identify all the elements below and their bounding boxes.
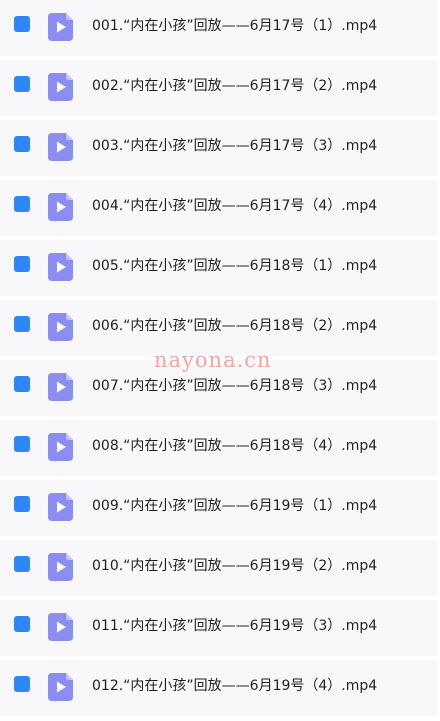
file-row[interactable]: 001.“内在小孩”回放——6月17号（1）.mp4 (0, 0, 438, 56)
video-file-icon (47, 613, 73, 641)
file-name[interactable]: 008.“内在小孩”回放——6月18号（4）.mp4 (92, 420, 377, 476)
file-name[interactable]: 010.“内在小孩”回放——6月19号（2）.mp4 (92, 540, 377, 596)
file-name[interactable]: 002.“内在小孩”回放——6月17号（2）.mp4 (92, 60, 377, 116)
file-name[interactable]: 001.“内在小孩”回放——6月17号（1）.mp4 (92, 0, 377, 56)
video-file-icon (47, 553, 73, 581)
file-name[interactable]: 012.“内在小孩”回放——6月19号（4）.mp4 (92, 660, 377, 716)
video-file-icon (47, 493, 73, 521)
file-row[interactable]: 012.“内在小孩”回放——6月19号（4）.mp4 (0, 660, 438, 716)
file-row[interactable]: 011.“内在小孩”回放——6月19号（3）.mp4 (0, 600, 438, 656)
file-name[interactable]: 009.“内在小孩”回放——6月19号（1）.mp4 (92, 480, 377, 536)
file-row[interactable]: 003.“内在小孩”回放——6月17号（3）.mp4 (0, 120, 438, 176)
checkbox-checked-icon[interactable] (14, 376, 30, 392)
file-name[interactable]: 006.“内在小孩”回放——6月18号（2）.mp4 (92, 300, 377, 356)
file-row[interactable]: 006.“内在小孩”回放——6月18号（2）.mp4 (0, 300, 438, 356)
checkbox-checked-icon[interactable] (14, 676, 30, 692)
checkbox-checked-icon[interactable] (14, 316, 30, 332)
video-file-icon (47, 673, 73, 701)
video-file-icon (47, 313, 73, 341)
checkbox-checked-icon[interactable] (14, 196, 30, 212)
file-list: 001.“内在小孩”回放——6月17号（1）.mp4 002.“内在小孩”回放—… (0, 0, 440, 721)
checkbox-checked-icon[interactable] (14, 16, 30, 32)
checkbox-checked-icon[interactable] (14, 436, 30, 452)
checkbox-checked-icon[interactable] (14, 256, 30, 272)
file-row[interactable]: 007.“内在小孩”回放——6月18号（3）.mp4 (0, 360, 438, 416)
video-file-icon (47, 193, 73, 221)
checkbox-checked-icon[interactable] (14, 616, 30, 632)
file-name[interactable]: 011.“内在小孩”回放——6月19号（3）.mp4 (92, 600, 377, 656)
video-file-icon (47, 73, 73, 101)
video-file-icon (47, 13, 73, 41)
file-name[interactable]: 004.“内在小孩”回放——6月17号（4）.mp4 (92, 180, 377, 236)
file-row[interactable]: 002.“内在小孩”回放——6月17号（2）.mp4 (0, 60, 438, 116)
video-file-icon (47, 373, 73, 401)
file-row[interactable]: 009.“内在小孩”回放——6月19号（1）.mp4 (0, 480, 438, 536)
checkbox-checked-icon[interactable] (14, 556, 30, 572)
file-row[interactable]: 005.“内在小孩”回放——6月18号（1）.mp4 (0, 240, 438, 296)
file-name[interactable]: 007.“内在小孩”回放——6月18号（3）.mp4 (92, 360, 377, 416)
checkbox-checked-icon[interactable] (14, 76, 30, 92)
file-name[interactable]: 005.“内在小孩”回放——6月18号（1）.mp4 (92, 240, 377, 296)
file-row[interactable]: 010.“内在小孩”回放——6月19号（2）.mp4 (0, 540, 438, 596)
checkbox-checked-icon[interactable] (14, 136, 30, 152)
file-row[interactable]: 008.“内在小孩”回放——6月18号（4）.mp4 (0, 420, 438, 476)
video-file-icon (47, 253, 73, 281)
file-row[interactable]: 004.“内在小孩”回放——6月17号（4）.mp4 (0, 180, 438, 236)
video-file-icon (47, 433, 73, 461)
file-name[interactable]: 003.“内在小孩”回放——6月17号（3）.mp4 (92, 120, 377, 176)
video-file-icon (47, 133, 73, 161)
checkbox-checked-icon[interactable] (14, 496, 30, 512)
